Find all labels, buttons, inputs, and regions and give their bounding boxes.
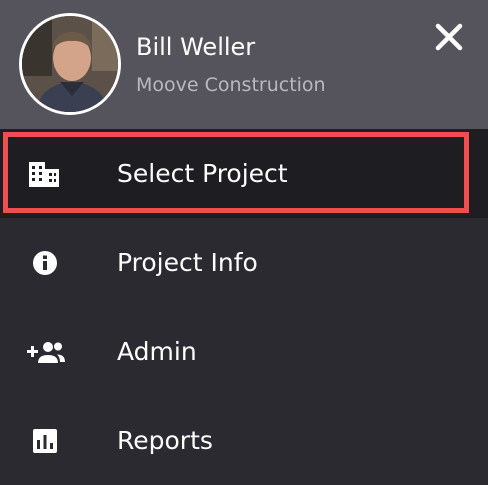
menu-item-reports[interactable]: Reports (0, 396, 488, 485)
close-button[interactable] (430, 18, 468, 56)
menu-item-label: Reports (117, 426, 213, 455)
user-name: Bill Weller (136, 33, 256, 61)
avatar (19, 13, 121, 115)
group-add-icon (27, 342, 65, 363)
user-company: Moove Construction (136, 74, 326, 96)
bar-chart-icon (33, 429, 57, 453)
menu-item-select-project[interactable]: Select Project (0, 129, 488, 218)
menu-item-label: Project Info (117, 248, 258, 277)
close-icon (435, 23, 463, 51)
menu-item-label: Select Project (117, 159, 288, 188)
menu-item-project-info[interactable]: Project Info (0, 218, 488, 307)
building-icon (29, 162, 59, 187)
menu-item-admin[interactable]: Admin (0, 307, 488, 396)
info-icon (33, 251, 57, 275)
drawer-header: Bill Weller Moove Construction (0, 0, 488, 129)
menu-item-label: Admin (117, 337, 197, 366)
